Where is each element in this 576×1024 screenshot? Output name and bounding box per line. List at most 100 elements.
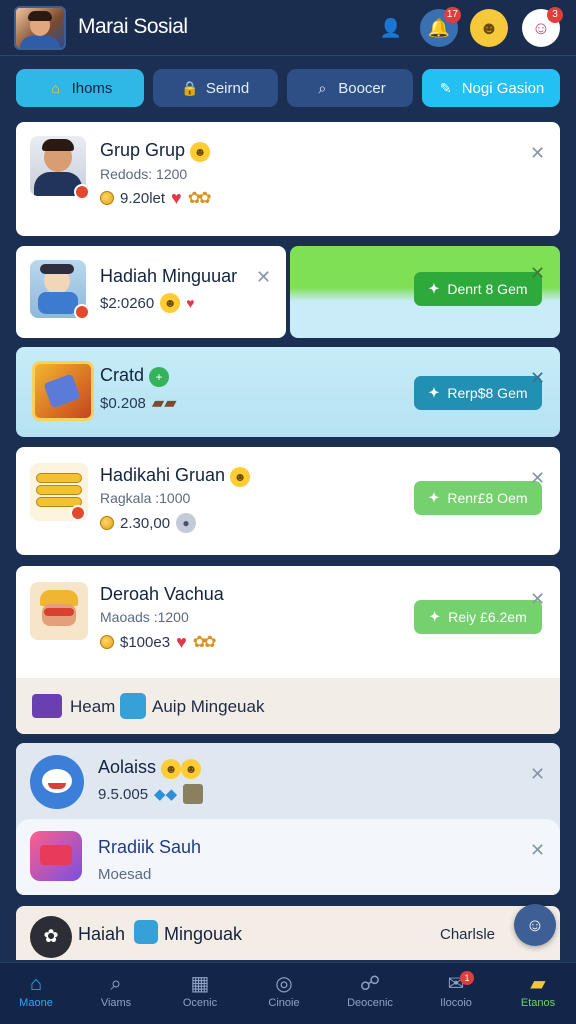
close-icon[interactable]: ✕ <box>530 765 545 783</box>
reward-card-deroah[interactable]: Deroah Vachua Maoads :1200 $100e3 ♥ ✿✿ ✦ Re… <box>16 566 560 734</box>
nav-label: Viams <box>100 997 132 1009</box>
nav-badge: 1 <box>460 971 474 985</box>
claim-button[interactable]: ✦ Rerp$8 Gem <box>414 376 542 410</box>
grid-icon: ▦ <box>190 973 210 995</box>
nav-label: Ilocoio <box>440 997 472 1009</box>
reward-card-hadikahi[interactable]: Hadikahi Gruan ☻ Ragkala :1000 2.30,00 ● … <box>16 447 560 555</box>
gift-icon <box>134 920 158 944</box>
nav-label: Etanos <box>520 997 556 1009</box>
card-badge <box>74 304 90 320</box>
box-icon: ▰▰ <box>151 395 177 412</box>
nav-ilocoio[interactable]: ✉ Ilocoio 1 <box>424 971 488 1019</box>
plus-emoji-icon: + <box>149 367 170 387</box>
tab-label: Ihoms <box>71 79 113 97</box>
messages-badge: 3 <box>547 7 563 23</box>
profile-icon[interactable]: 👤 <box>372 9 410 47</box>
reward-card-hadiah[interactable]: Hadiah Minguuar $2:0260 ☻ ♥ ✕ <box>16 246 286 338</box>
claim-button[interactable]: ✦ Renr£8 Oem <box>414 481 542 515</box>
close-icon[interactable]: ✕ <box>530 590 545 608</box>
nav-label: Cinoie <box>268 997 300 1009</box>
card-thumbnail <box>30 831 82 881</box>
sparkle-icon: ✦ <box>429 609 441 624</box>
folder-icon <box>32 694 62 718</box>
box-icon <box>183 784 204 804</box>
heart-icon: ♥ <box>176 632 187 652</box>
tab-label: Boocer <box>338 79 386 97</box>
nav-label: Maone <box>19 997 53 1009</box>
nav-home[interactable]: ⌂ Maone <box>4 971 68 1019</box>
reward-card-rradiik[interactable]: Rradiik Sauh Moesad ✕ <box>16 819 560 895</box>
card-amount: 9.5.005 ◆◆ <box>98 784 204 804</box>
tab-seirnd[interactable]: 🔒 Seirnd <box>153 69 278 107</box>
heart-icon: ♥ <box>186 295 195 311</box>
card-thumbnail <box>32 361 94 421</box>
sparkle-icon: ✦ <box>428 281 440 296</box>
smile-emoji-icon: ☻ <box>181 759 202 779</box>
smile-emoji-icon: ☻ <box>160 293 181 313</box>
nav-label: Ocenic <box>182 997 218 1009</box>
card-action-label[interactable]: Charlsle <box>440 926 495 943</box>
nav-deocenic[interactable]: ☍ Deocenic <box>338 971 402 1019</box>
app-header: Marai Sosial 👤 🔔 17 ☻ ☺ 3 <box>0 0 576 56</box>
folder-icon: ▰ <box>530 973 546 995</box>
close-icon[interactable]: ✕ <box>530 841 545 859</box>
footer-left-label: Heam <box>70 697 116 716</box>
card-title: Hadiah Minguuar <box>100 266 238 286</box>
close-icon[interactable]: ✕ <box>530 264 545 282</box>
chat-bubble-icon: ✉ <box>447 973 465 995</box>
tab-nogi-gasion[interactable]: ✎ Nogi Gasion <box>422 69 560 107</box>
tab-boocer[interactable]: ⌕ Boocer <box>287 69 413 107</box>
card-subtitle: Redods: 1200 <box>100 166 188 182</box>
fab-chat-button[interactable]: ☺ <box>514 904 556 946</box>
top-tabs: ⌂ Ihoms 🔒 Seirnd ⌕ Boocer ✎ Nogi Gasion <box>16 69 560 107</box>
user-avatar[interactable] <box>14 6 66 50</box>
tab-home[interactable]: ⌂ Ihoms <box>16 69 144 107</box>
card-title: Aolaiss ☻ ☻ <box>98 757 202 779</box>
reward-card-haiah[interactable]: ✿ Haiah Mingouak Charlsle <box>16 906 560 960</box>
heart-icon: ♥ <box>171 188 182 208</box>
tab-label: Nogi Gasion <box>461 79 545 97</box>
card-amount: $2:0260 ☻ ♥ <box>100 293 195 313</box>
nav-ocenic[interactable]: ▦ Ocenic <box>168 971 232 1019</box>
footer-right-label[interactable]: Auip Mingeuak <box>152 697 264 717</box>
card-footer: Heam Auip Mingeuak <box>16 678 560 734</box>
home-icon: ⌂ <box>29 973 43 995</box>
paw-icon: ✿✿ <box>187 190 212 207</box>
close-icon[interactable]: ✕ <box>530 469 545 487</box>
close-icon[interactable]: ✕ <box>256 268 271 286</box>
claim-button[interactable]: ✦ Reiy £6.2em <box>414 600 542 634</box>
gift-icon <box>120 693 146 719</box>
close-icon[interactable]: ✕ <box>530 144 545 162</box>
card-title: Grup Grup ☻ <box>100 140 211 162</box>
diamond-icon: ◆◆ <box>154 786 178 803</box>
card-amount: $0.208 ▰▰ <box>100 394 177 413</box>
card-title-secondary: Mingouak <box>164 924 243 944</box>
card-thumbnail <box>30 582 88 640</box>
reward-card-claim[interactable]: ✦ Denrt 8 Gem ✕ <box>290 246 560 338</box>
reward-card-aolaiss[interactable]: Aolaiss ☻ ☻ 9.5.005 ◆◆ ✕ Rradiik Sauh Moes… <box>16 743 560 895</box>
messages-icon[interactable]: ☺ 3 <box>522 7 563 47</box>
notifications-icon[interactable]: 🔔 17 <box>420 7 461 47</box>
search-icon: ⌕ <box>110 973 122 995</box>
claim-button[interactable]: ✦ Denrt 8 Gem <box>414 272 542 306</box>
notifications-badge: 17 <box>443 7 461 23</box>
reward-card-cratd[interactable]: Cratd + $0.208 ▰▰ ✦ Rerp$8 Gem ✕ <box>16 347 560 437</box>
nav-viams[interactable]: ⌕ Viams <box>84 971 148 1019</box>
emoji-icon[interactable]: ☻ <box>470 9 508 47</box>
coin-icon <box>100 191 114 205</box>
card-thumbnail <box>30 755 84 809</box>
reward-card-grup[interactable]: Grup Grup ☻ Redods: 1200 9.20let ♥ ✿✿ ✕ <box>16 122 560 236</box>
sparkle-icon: ✦ <box>428 490 440 505</box>
smile-emoji-icon: ☻ <box>230 467 251 487</box>
paw-icon: ✿✿ <box>192 634 217 651</box>
gift-icon: ✿ <box>30 916 72 958</box>
nav-etanos[interactable]: ▰ Etanos <box>506 971 570 1019</box>
close-icon[interactable]: ✕ <box>530 369 545 387</box>
card-badge <box>70 505 86 521</box>
nav-cinoie[interactable]: ◎ Cinoie <box>252 971 316 1019</box>
smile-emoji-icon: ☻ <box>161 759 182 779</box>
card-subtitle: Ragkala :1000 <box>100 490 191 506</box>
card-badge <box>74 184 90 200</box>
card-amount: $100e3 ♥ ✿✿ <box>100 632 217 652</box>
card-amount: 9.20let ♥ ✿✿ <box>100 188 212 208</box>
